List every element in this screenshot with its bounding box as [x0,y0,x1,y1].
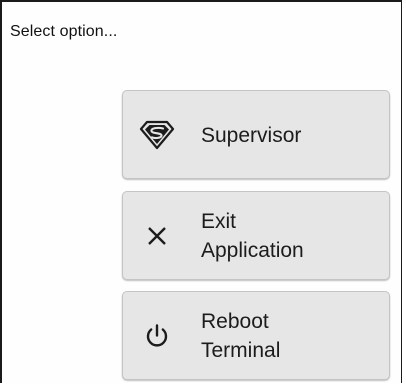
dialog-title: Select option... [10,23,118,40]
reboot-terminal-button[interactable]: Reboot Terminal [122,291,390,380]
power-icon [137,316,177,356]
reboot-terminal-label: Reboot Terminal [201,310,281,362]
select-option-dialog: Select option... Supervisor Exit Applica… [0,0,402,383]
close-icon [137,216,177,256]
superman-shield-icon [137,115,177,155]
supervisor-label: Supervisor [201,124,302,147]
exit-application-button[interactable]: Exit Application [122,191,390,280]
exit-application-label: Exit Application [201,210,304,262]
supervisor-button[interactable]: Supervisor [122,90,390,179]
